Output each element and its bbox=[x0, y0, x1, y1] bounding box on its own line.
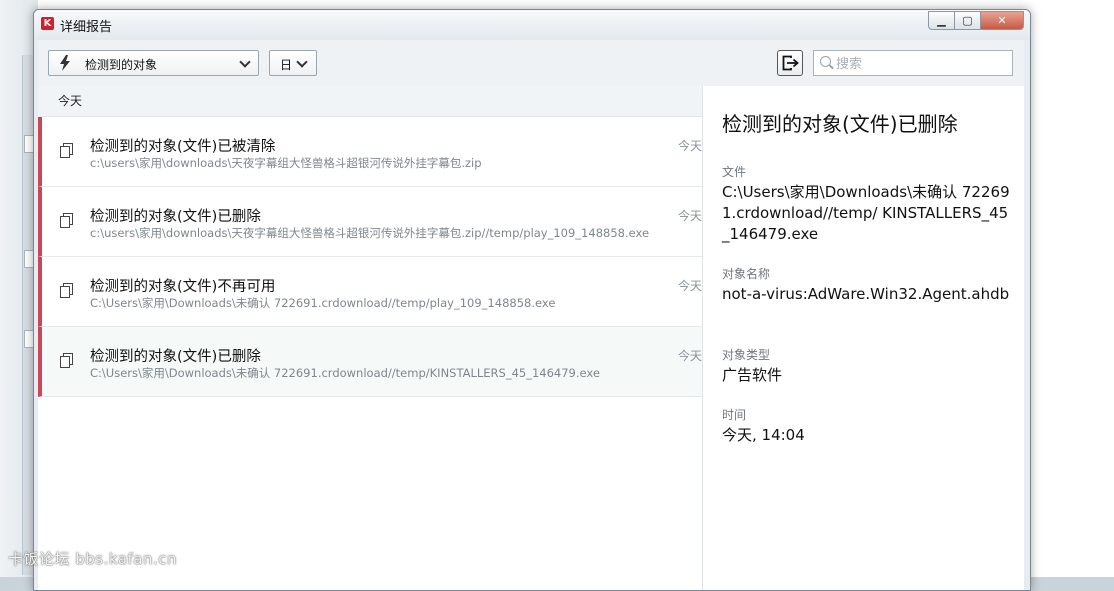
object-name-label: 对象名称 bbox=[722, 267, 771, 281]
background-window-strip bbox=[22, 55, 33, 575]
item-title: 检测到的对象(文件)已删除 bbox=[90, 209, 261, 225]
file-label: 文件 bbox=[722, 165, 747, 179]
group-header-today: 今天 bbox=[38, 86, 702, 117]
export-button[interactable] bbox=[777, 50, 803, 76]
detailed-report-window: K 详细报告 ▁ ▢ ✕ 检测到的对象 日 搜索 今天 检测到的对象(文件)已被… bbox=[33, 9, 1031, 591]
search-input[interactable] bbox=[834, 54, 1008, 74]
object-type-label: 对象类型 bbox=[722, 348, 771, 362]
list-item[interactable]: 检测到的对象(文件)不再可用 C:\Users\家用\Downloads\未确认… bbox=[38, 257, 702, 327]
period-dropdown[interactable]: 日 bbox=[269, 50, 317, 76]
item-title: 检测到的对象(文件)已删除 bbox=[90, 349, 261, 365]
window-title: 详细报告 bbox=[60, 20, 113, 35]
event-list[interactable]: 今天 检测到的对象(文件)已被清除 c:\users\家用\downloads\… bbox=[38, 86, 703, 590]
time-label: 时间 bbox=[722, 408, 747, 422]
export-icon bbox=[782, 55, 799, 71]
item-path: C:\Users\家用\Downloads\未确认 722691.crdownl… bbox=[90, 366, 600, 380]
list-item[interactable]: 检测到的对象(文件)已被清除 c:\users\家用\downloads\天夜字… bbox=[38, 117, 702, 187]
event-type-value: 检测到的对象 bbox=[85, 58, 158, 72]
item-title: 检测到的对象(文件)不再可用 bbox=[90, 279, 276, 295]
minimize-button[interactable]: ▁ bbox=[928, 11, 954, 30]
object-type-value: 广告软件 bbox=[722, 366, 783, 384]
item-time: 今天 bbox=[678, 349, 703, 363]
item-time: 今天 bbox=[678, 279, 703, 293]
kaspersky-app-icon: K bbox=[41, 17, 54, 30]
item-path: c:\users\家用\downloads\天夜字幕组大怪兽格斗超银河传说外挂字… bbox=[90, 156, 482, 170]
window-controls: ▁ ▢ ✕ bbox=[928, 11, 1024, 30]
period-value: 日 bbox=[280, 58, 293, 72]
chevron-down-icon bbox=[239, 56, 251, 68]
maximize-button[interactable]: ▢ bbox=[954, 11, 980, 30]
detail-title: 检测到的对象(文件)已删除 bbox=[722, 112, 958, 136]
toolbar: 检测到的对象 日 bbox=[38, 40, 1024, 87]
forum-watermark: 卡饭论坛 bbs.kafan.cn bbox=[8, 550, 178, 568]
copy-files-icon bbox=[60, 283, 73, 298]
item-title: 检测到的对象(文件)已被清除 bbox=[90, 139, 276, 155]
search-box[interactable] bbox=[813, 50, 1013, 76]
list-item-selected[interactable]: 检测到的对象(文件)已删除 C:\Users\家用\Downloads\未确认 … bbox=[38, 327, 702, 397]
detail-pane: 检测到的对象(文件)已删除 文件 C:\Users\家用\Downloads\未… bbox=[703, 86, 1024, 590]
title-bar[interactable]: K 详细报告 ▁ ▢ ✕ bbox=[34, 10, 1030, 40]
search-icon bbox=[820, 56, 831, 67]
close-button[interactable]: ✕ bbox=[980, 11, 1024, 30]
file-value: C:\Users\家用\Downloads\未确认 722691.crdownl… bbox=[722, 183, 1010, 243]
time-value: 今天, 14:04 bbox=[722, 426, 805, 444]
event-type-dropdown[interactable]: 检测到的对象 bbox=[48, 50, 259, 76]
lightning-icon bbox=[59, 55, 71, 75]
copy-files-icon bbox=[60, 143, 73, 158]
item-time: 今天 bbox=[678, 209, 703, 223]
background-right-area bbox=[1030, 0, 1114, 577]
list-item[interactable]: 检测到的对象(文件)已删除 c:\users\家用\downloads\天夜字幕… bbox=[38, 187, 702, 257]
object-name-value: not-a-virus:AdWare.Win32.Agent.ahdb bbox=[722, 285, 1010, 303]
copy-files-icon bbox=[60, 353, 73, 368]
chevron-down-icon bbox=[296, 56, 308, 68]
item-time: 今天 bbox=[678, 139, 703, 153]
item-path: C:\Users\家用\Downloads\未确认 722691.crdownl… bbox=[90, 296, 556, 310]
item-path: c:\users\家用\downloads\天夜字幕组大怪兽格斗超银河传说外挂字… bbox=[90, 226, 650, 240]
copy-files-icon bbox=[60, 213, 73, 228]
